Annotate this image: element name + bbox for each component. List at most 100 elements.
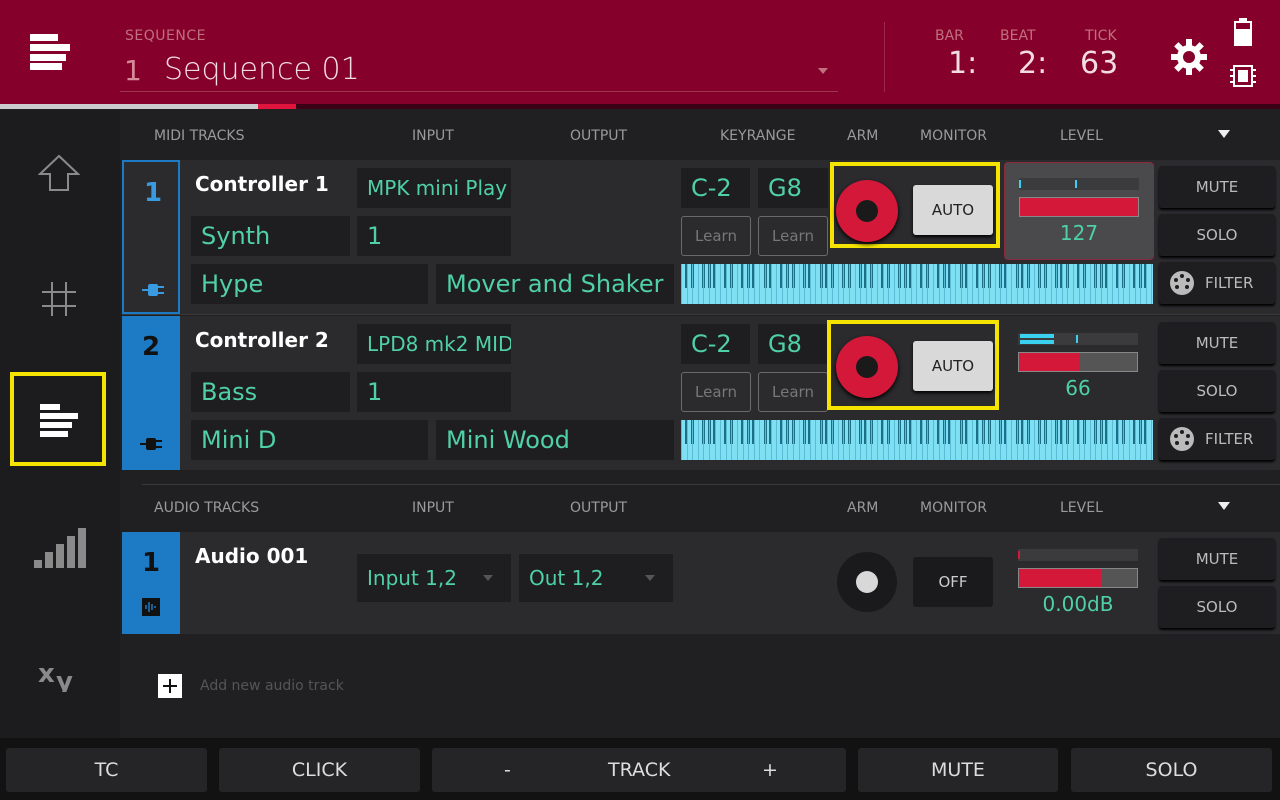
learn-low-button[interactable]: Learn [681, 372, 751, 412]
audio-output-select[interactable]: Out 1,2 [519, 554, 673, 602]
click-button[interactable]: CLICK [219, 748, 420, 792]
preset-category-field[interactable]: Hype [191, 264, 428, 304]
white-key-separator [1101, 264, 1102, 304]
gear-icon[interactable] [1168, 36, 1210, 78]
audio-arm-header: ARM [847, 500, 879, 516]
white-key-separator [742, 420, 744, 460]
audio-output-header: OUTPUT [570, 500, 628, 516]
progress-marker [258, 104, 296, 109]
track-number-box[interactable]: 1 [122, 160, 180, 314]
key-high-field[interactable]: G8 [758, 324, 828, 364]
white-key-separator [720, 264, 722, 304]
white-key-separator [1117, 264, 1119, 304]
keyrange-keyboard[interactable] [681, 420, 1153, 460]
footer-mute-button[interactable]: MUTE [858, 748, 1058, 792]
white-key-separator [809, 420, 811, 460]
learn-high-button[interactable]: Learn [758, 216, 828, 256]
battery-icon [1234, 18, 1252, 46]
level-fader[interactable] [1018, 352, 1138, 372]
learn-low-button[interactable]: Learn [681, 216, 751, 256]
audio-collapse-icon[interactable] [1218, 502, 1230, 510]
white-key-separator [1056, 264, 1058, 304]
plugin-type-field[interactable]: Bass [191, 372, 350, 412]
white-key-separator [759, 420, 761, 460]
solo-button[interactable]: SOLO [1159, 586, 1275, 628]
track-name[interactable]: Audio 001 [195, 544, 308, 568]
white-key-separator [1078, 420, 1080, 460]
white-key-separator [961, 420, 962, 460]
solo-button[interactable]: SOLO [1159, 370, 1275, 412]
keyrange-keyboard[interactable] [681, 264, 1153, 304]
monitor-button[interactable]: AUTO [913, 341, 993, 391]
filter-button[interactable]: FILTER [1159, 418, 1275, 460]
arm-button[interactable] [836, 336, 898, 398]
sidebar-item-track-list[interactable] [10, 372, 106, 466]
filter-label: FILTER [1205, 430, 1254, 448]
track-selector[interactable]: - TRACK + [432, 748, 846, 792]
row-divider [122, 314, 1280, 315]
track-number: 2 [141, 332, 161, 362]
monitor-button[interactable]: OFF [913, 557, 993, 607]
track-next-button[interactable]: + [762, 748, 778, 792]
mute-button[interactable]: MUTE [1159, 166, 1275, 208]
white-key-separator [955, 264, 957, 304]
arm-button[interactable] [837, 552, 897, 612]
tc-button[interactable]: TC [6, 748, 207, 792]
beat-value[interactable]: 2: [1018, 46, 1047, 81]
level-panel[interactable]: 66 [1004, 318, 1154, 416]
track-name[interactable]: Controller 2 [195, 328, 329, 352]
midi-input-field[interactable]: LPD8 mk2 MIDI 1 [357, 324, 511, 364]
key-high-field[interactable]: G8 [758, 168, 828, 208]
white-key-separator [1112, 420, 1114, 460]
learn-high-button[interactable]: Learn [758, 372, 828, 412]
level-panel[interactable]: 0.00dB [1004, 534, 1154, 632]
white-key-separator [966, 420, 968, 460]
plugin-type-field[interactable]: Synth [191, 216, 350, 256]
footer-solo-button[interactable]: SOLO [1071, 748, 1272, 792]
white-key-separator [692, 420, 694, 460]
sidebar-item-xy[interactable]: x y [10, 630, 106, 724]
sequence-selector[interactable]: 1 Sequence 01 [120, 48, 838, 92]
track-name[interactable]: Controller 1 [195, 172, 329, 196]
sidebar-item-main[interactable] [10, 128, 106, 222]
mute-button[interactable]: MUTE [1159, 538, 1275, 580]
midi-output-field[interactable]: 1 [357, 372, 511, 412]
key-low-field[interactable]: C-2 [681, 324, 750, 364]
midi-output-field[interactable]: 1 [357, 216, 511, 256]
track-prev-button[interactable]: - [504, 748, 511, 792]
level-panel[interactable]: 127 [1004, 162, 1154, 260]
menu-icon[interactable] [30, 34, 74, 70]
white-key-separator [837, 420, 839, 460]
monitor-button[interactable]: AUTO [913, 185, 993, 235]
white-key-separator [1033, 264, 1035, 304]
preset-field[interactable]: Mini Wood [436, 420, 674, 460]
solo-button[interactable]: SOLO [1159, 214, 1275, 256]
plus-icon [158, 674, 182, 698]
midi-collapse-icon[interactable] [1218, 130, 1230, 138]
bar-value[interactable]: 1: [948, 46, 977, 81]
level-fader[interactable] [1018, 568, 1138, 588]
preset-field[interactable]: Mover and Shaker [436, 264, 674, 304]
white-key-separator [989, 264, 990, 304]
level-meter [1019, 178, 1139, 190]
preset-category-field[interactable]: Mini D [191, 420, 428, 460]
white-key-separator [1061, 264, 1063, 304]
white-key-separator [877, 420, 878, 460]
arm-header: ARM [847, 128, 879, 144]
white-key-separator [921, 420, 923, 460]
audio-input-select[interactable]: Input 1,2 [357, 554, 511, 602]
sidebar-item-grid[interactable] [10, 250, 106, 344]
white-key-separator [972, 420, 974, 460]
sidebar-item-mixer[interactable] [10, 512, 106, 606]
midi-input-field[interactable]: MPK mini Play ... [357, 168, 511, 208]
mute-button[interactable]: MUTE [1159, 322, 1275, 364]
arm-button[interactable] [836, 180, 898, 242]
level-fader[interactable] [1019, 197, 1139, 217]
track-number-box[interactable]: 1 [122, 532, 180, 634]
white-key-separator [787, 420, 789, 460]
sequence-number: 1 [124, 54, 142, 87]
tick-value[interactable]: 63 [1080, 46, 1118, 81]
filter-button[interactable]: FILTER [1159, 262, 1275, 304]
key-low-field[interactable]: C-2 [681, 168, 750, 208]
track-number-box[interactable]: 2 [122, 316, 180, 470]
